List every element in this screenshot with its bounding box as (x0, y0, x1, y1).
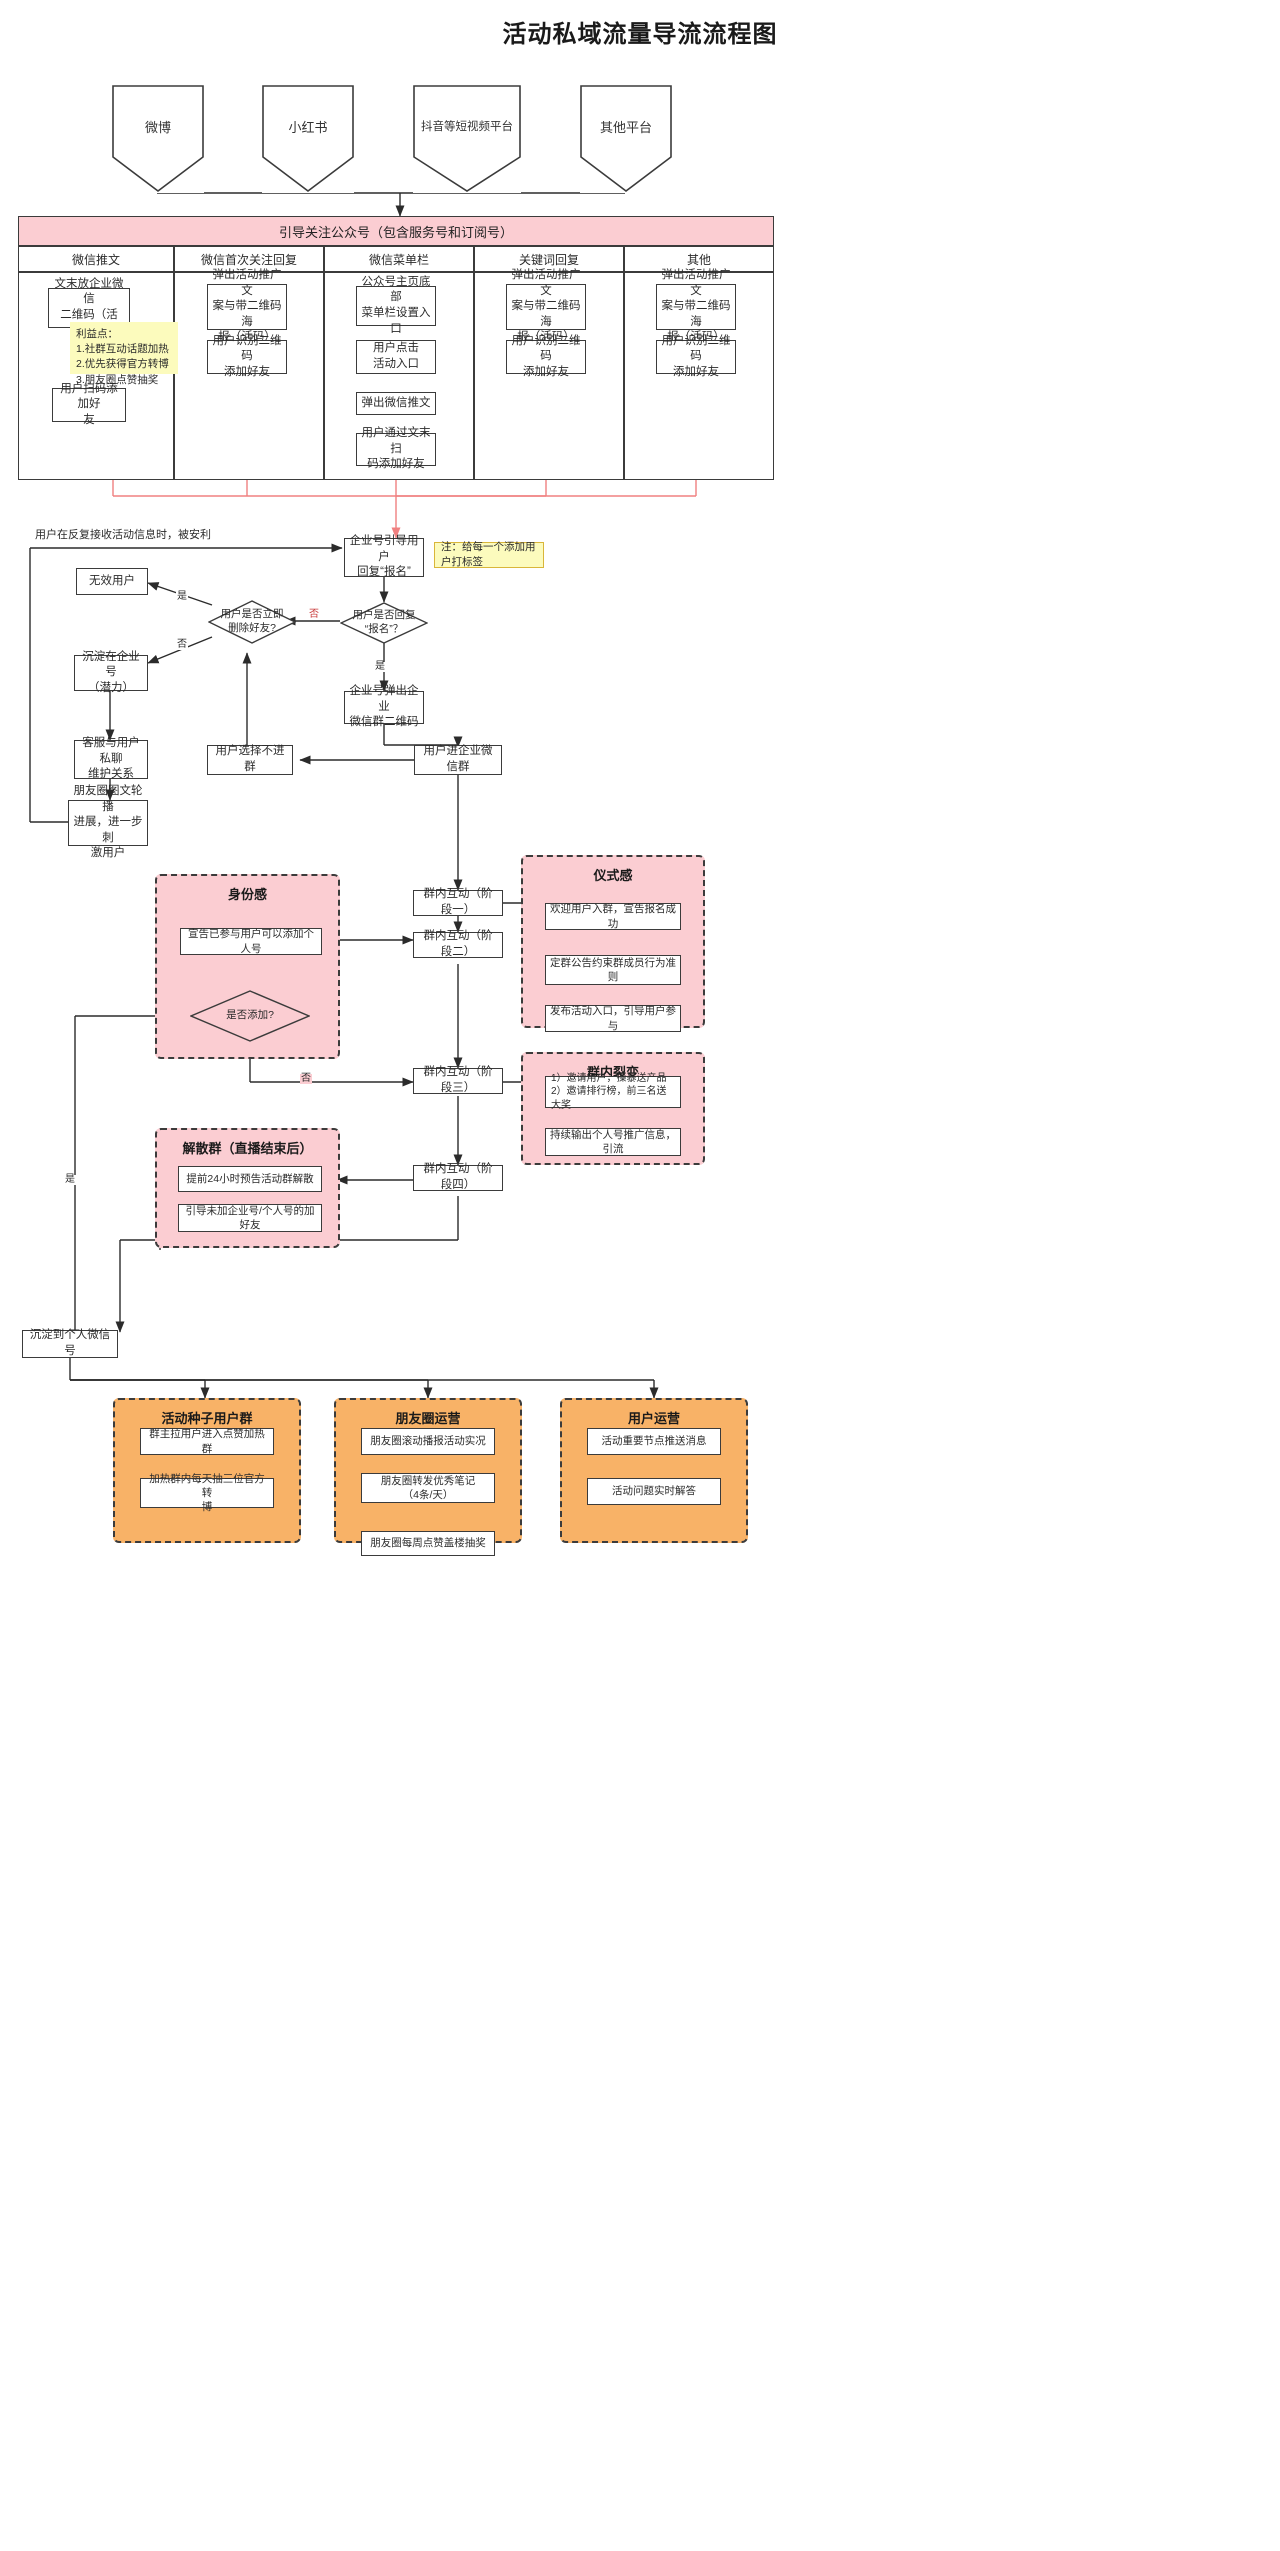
source-label: 微博 (144, 119, 171, 135)
decision-label: 用户是否回复 “报名”？ (352, 609, 416, 635)
panel-title: 身份感 (227, 887, 267, 902)
decision-delete-friend[interactable]: 用户是否立即 删除好友? (208, 600, 296, 644)
decision-label: 是否添加? (226, 1009, 274, 1022)
benefit-note: 利益点： 1.社群互动话题加热 2.优先获得官方转博 3.朋友圈点赞抽奖 (70, 322, 178, 386)
source-label: 小红书 (288, 119, 328, 135)
node-menu-entry[interactable]: 公众号主页底部 菜单栏设置入口 (356, 276, 436, 335)
source-node-other-platform[interactable]: 其他平台 (580, 85, 672, 193)
decision-reply-signup[interactable]: 用户是否回复 “报名”？ (340, 602, 428, 644)
node-popup-group-qr[interactable]: 企业号弹出企业 微信群二维码 (344, 685, 424, 728)
node-group-stage-1[interactable]: 群内互动（阶段一） (413, 888, 503, 916)
user-ops-item-2[interactable]: 活动问题实时解答 (587, 1478, 721, 1505)
edge-label-identity-no: 否 (300, 1073, 312, 1084)
edge-label-no-delete: 否 (176, 639, 188, 650)
panel-title: 仪式感 (593, 868, 633, 883)
column-head-wechat-article: 微信推文 (18, 246, 174, 272)
moments-ops-item-2[interactable]: 朋友圈转发优秀笔记 （4条/天） (361, 1473, 495, 1503)
fission-item-1[interactable]: 1）邀请用户，操暴送产品 2）邀请排行榜，前三名送大奖 (545, 1073, 681, 1111)
source-label: 其他平台 (599, 119, 652, 135)
ritual-item-3[interactable]: 发布活动入口，引导用户参与 (545, 1005, 681, 1032)
wechat-section-band: 引导关注公众号（包含服务号和订阅号） (18, 216, 774, 246)
node-settle-enterprise[interactable]: 沉淀在企业号 （潜力） (74, 651, 148, 694)
panel-title: 用户运营 (627, 1411, 680, 1426)
seed-users-item-2[interactable]: 加热群内每天抽三位官方转 博 (140, 1473, 274, 1513)
column-head-menu-bar: 微信菜单栏 (324, 246, 474, 272)
node-group-stage-2[interactable]: 群内互动（阶段二） (413, 930, 503, 958)
edge-label-identity-yes: 是 (64, 1174, 76, 1185)
node-popup-promo-poster-5[interactable]: 弹出活动推广文 案与带二维码海 报（活码） (656, 269, 736, 343)
dissolve-item-2[interactable]: 引导未加企业号/个人号的加好友 (178, 1204, 322, 1232)
node-enter-enterprise-group[interactable]: 用户进企业微信群 (414, 745, 502, 775)
identity-item[interactable]: 宣告已参与用户可以添加个人号 (180, 928, 322, 955)
decision-label: 用户是否立即 删除好友? (220, 608, 284, 634)
moments-ops-item-3[interactable]: 朋友圈每周点赞盖楼抽奖 (361, 1531, 495, 1556)
edge-label-yes-delete: 是 (176, 591, 188, 602)
fission-item-2[interactable]: 持续输出个人号推广信息，引流 (545, 1128, 681, 1156)
node-user-recognize-qr-4[interactable]: 用户识别二维码 添加好友 (506, 335, 586, 378)
ritual-item-2[interactable]: 定群公告约束群成员行为准则 (545, 955, 681, 985)
source-node-weibo[interactable]: 微博 (112, 85, 204, 193)
tag-note: 注：给每一个添加用户打标签 (434, 541, 544, 568)
node-group-stage-4[interactable]: 群内互动（阶段四） (413, 1163, 503, 1191)
node-keep-relation[interactable]: 客服与用户私聊 维护关系 (74, 737, 148, 780)
source-label: 抖音等短视频平台 (421, 121, 513, 133)
node-settle-personal-wechat[interactable]: 沉淀到个人微信号 (22, 1329, 118, 1358)
panel-title: 朋友圈运营 (395, 1411, 461, 1426)
node-popup-promo-poster-4[interactable]: 弹出活动推广文 案与带二维码海 报（活码） (506, 269, 586, 343)
push-back-note: 用户在反复接收活动信息时，被安利 (35, 529, 211, 541)
edge-label-yes-signup: 是 (374, 661, 386, 672)
node-moments-broadcast[interactable]: 朋友圈图文轮播 进展，进一步刺 激用户 (68, 785, 148, 859)
node-invalid-user[interactable]: 无效用户 (76, 568, 148, 595)
moments-ops-item-1[interactable]: 朋友圈滚动播报活动实况 (361, 1428, 495, 1455)
node-user-recognize-qr-2[interactable]: 用户识别二维码 添加好友 (207, 335, 287, 378)
dissolve-item-1[interactable]: 提前24小时预告活动群解散 (178, 1166, 322, 1192)
node-scan-at-article-end[interactable]: 用户通过文末扫 码添加好友 (356, 427, 436, 470)
decision-add-personal[interactable]: 是否添加? (190, 990, 310, 1042)
node-user-click-entry[interactable]: 用户点击 活动入口 (356, 340, 436, 374)
node-popup-promo-poster-2[interactable]: 弹出活动推广文 案与带二维码海 报（活码） (207, 269, 287, 343)
panel-title: 解散群（直播结束后） (182, 1141, 313, 1156)
panel-title: 活动种子用户群 (161, 1411, 253, 1426)
node-user-recognize-qr-5[interactable]: 用户识别二维码 添加好友 (656, 335, 736, 378)
bottom-group-user-ops: 用户运营 (560, 1398, 748, 1543)
bottom-group-moments-ops: 朋友圈运营 (334, 1398, 522, 1543)
node-choose-not-join-group[interactable]: 用户选择不进群 (207, 745, 293, 775)
user-ops-item-1[interactable]: 活动重要节点推送消息 (587, 1428, 721, 1455)
ritual-item-1[interactable]: 欢迎用户入群，宣告报名成功 (545, 903, 681, 930)
node-group-stage-3[interactable]: 群内互动（阶段三） (413, 1066, 503, 1094)
source-node-xiaohongshu[interactable]: 小红书 (262, 85, 354, 193)
node-enterprise-reply-prompt[interactable]: 企业号引导用户 回复“报名” (344, 535, 424, 578)
seed-users-item-1[interactable]: 群主拉用户进入点赞加热群 (140, 1428, 274, 1455)
page-title: 活动私域流量导流流程图 (502, 21, 778, 48)
panel-ritual: 仪式感 (521, 855, 705, 1028)
node-popup-wechat-article[interactable]: 弹出微信推文 (356, 392, 436, 415)
bottom-group-seed-users: 活动种子用户群 (113, 1398, 301, 1543)
source-node-douyin[interactable]: 抖音等短视频平台 (413, 85, 521, 193)
node-user-scan-add-friend[interactable]: 用户扫码添加好 友 (52, 383, 126, 426)
edge-label-no-reply: 否 (308, 609, 320, 620)
flowchart-canvas: 活动私域流量导流流程图 微博 小红书 抖音等短视频平台 其他平台 引导关注公众号… (0, 0, 1280, 2551)
